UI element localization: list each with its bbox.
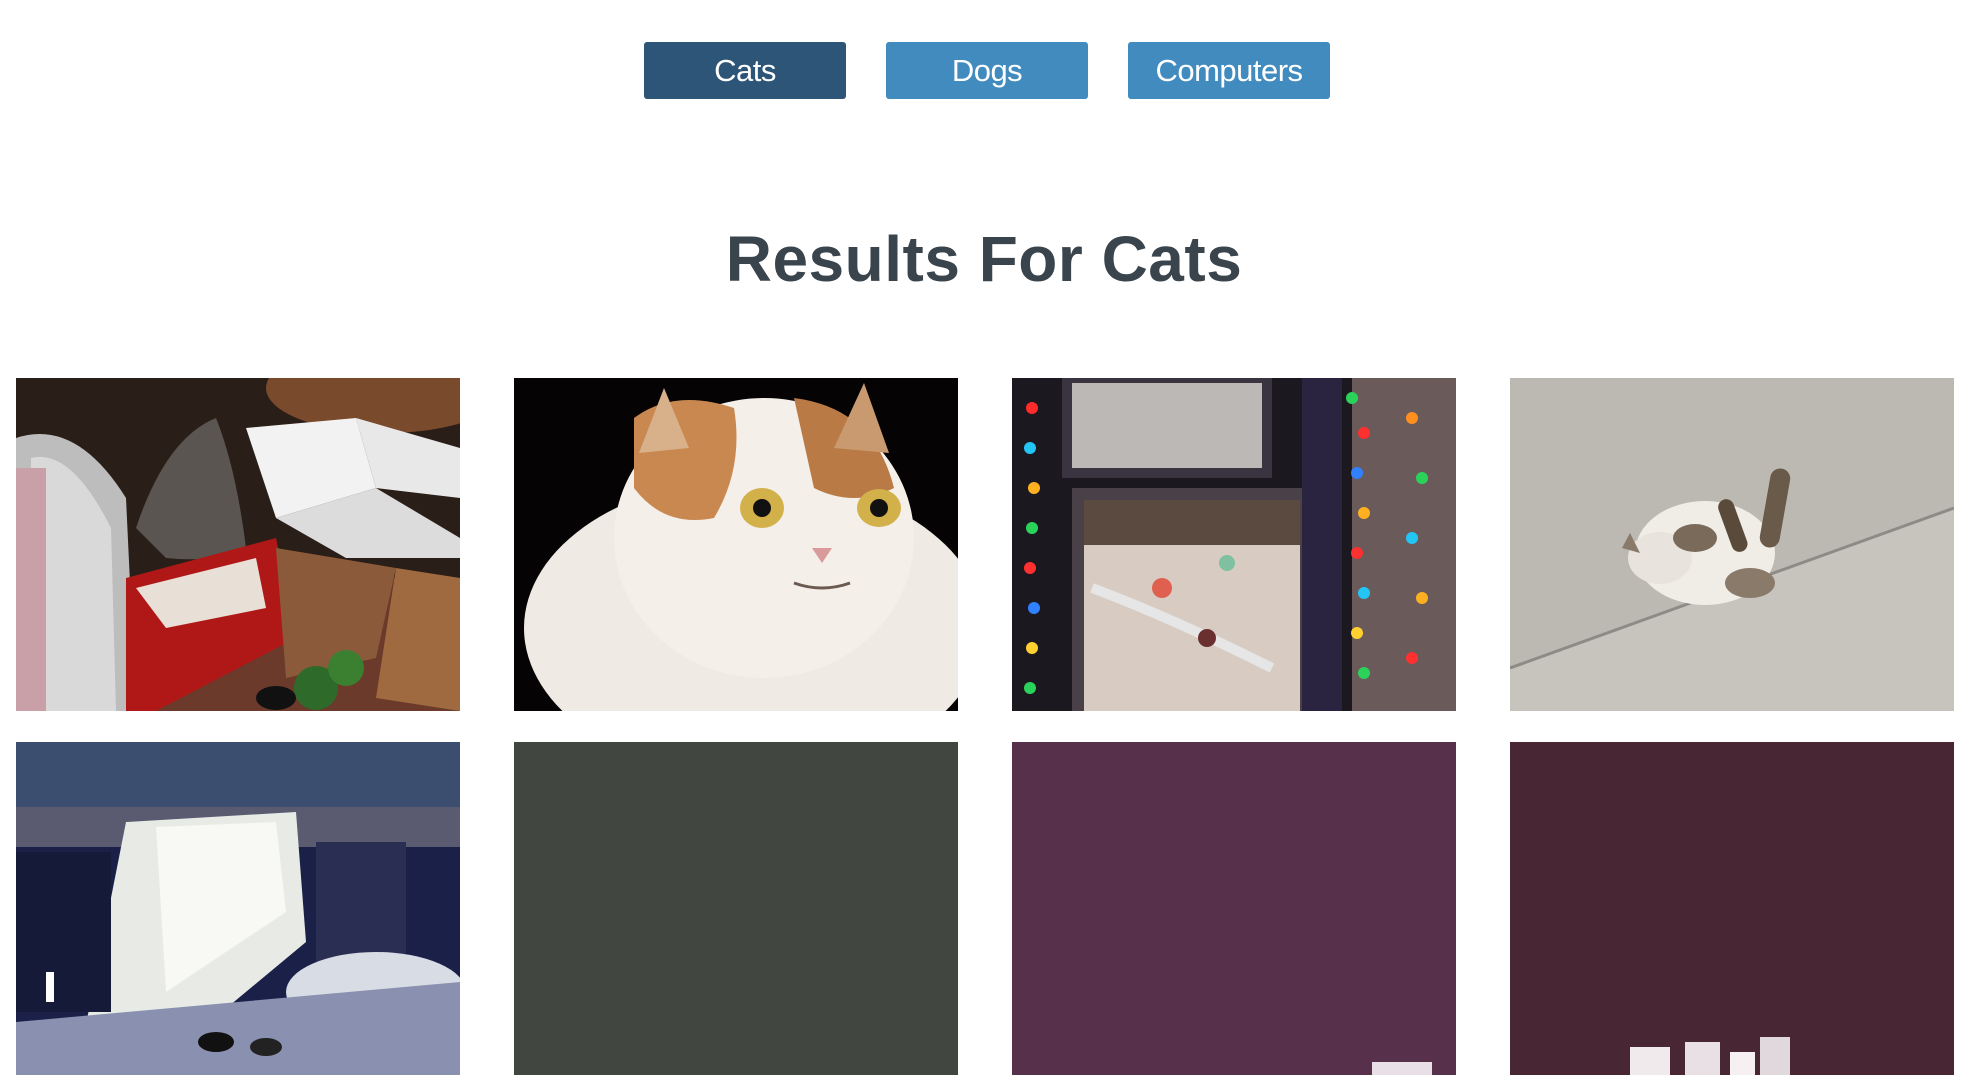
computers-button[interactable]: Computers — [1128, 42, 1330, 99]
cat-pavement-image — [1510, 378, 1954, 711]
image-gallery — [16, 378, 1954, 1075]
gallery-image-cat-pavement[interactable] — [1510, 378, 1954, 711]
results-heading: Results For Cats — [725, 223, 1243, 295]
cats-button[interactable]: Cats — [644, 42, 846, 99]
cat-gift-boxes-image — [16, 378, 460, 711]
gallery-image-gif-green[interactable] — [514, 742, 958, 1075]
christmas-window-image — [1012, 378, 1456, 711]
gif-green-image — [514, 742, 958, 1075]
gallery-image-christmas-window[interactable] — [1012, 378, 1456, 711]
gallery-image-cat-gift-boxes[interactable] — [16, 378, 460, 711]
dogs-button[interactable]: Dogs — [886, 42, 1088, 99]
page: Cats Dogs Computers Results For Cats — [0, 0, 1968, 1076]
gif-room-image — [16, 742, 460, 1075]
gallery-image-persian-cat[interactable] — [514, 378, 958, 711]
gif-maroon-image — [1510, 742, 1954, 1075]
category-nav: Cats Dogs Computers — [0, 42, 1968, 99]
gallery-image-gif-room[interactable] — [16, 742, 460, 1075]
gallery-image-gif-maroon[interactable] — [1510, 742, 1954, 1075]
gallery-image-gif-purple[interactable] — [1012, 742, 1456, 1075]
persian-cat-image — [514, 378, 958, 711]
gif-purple-image — [1012, 742, 1456, 1075]
